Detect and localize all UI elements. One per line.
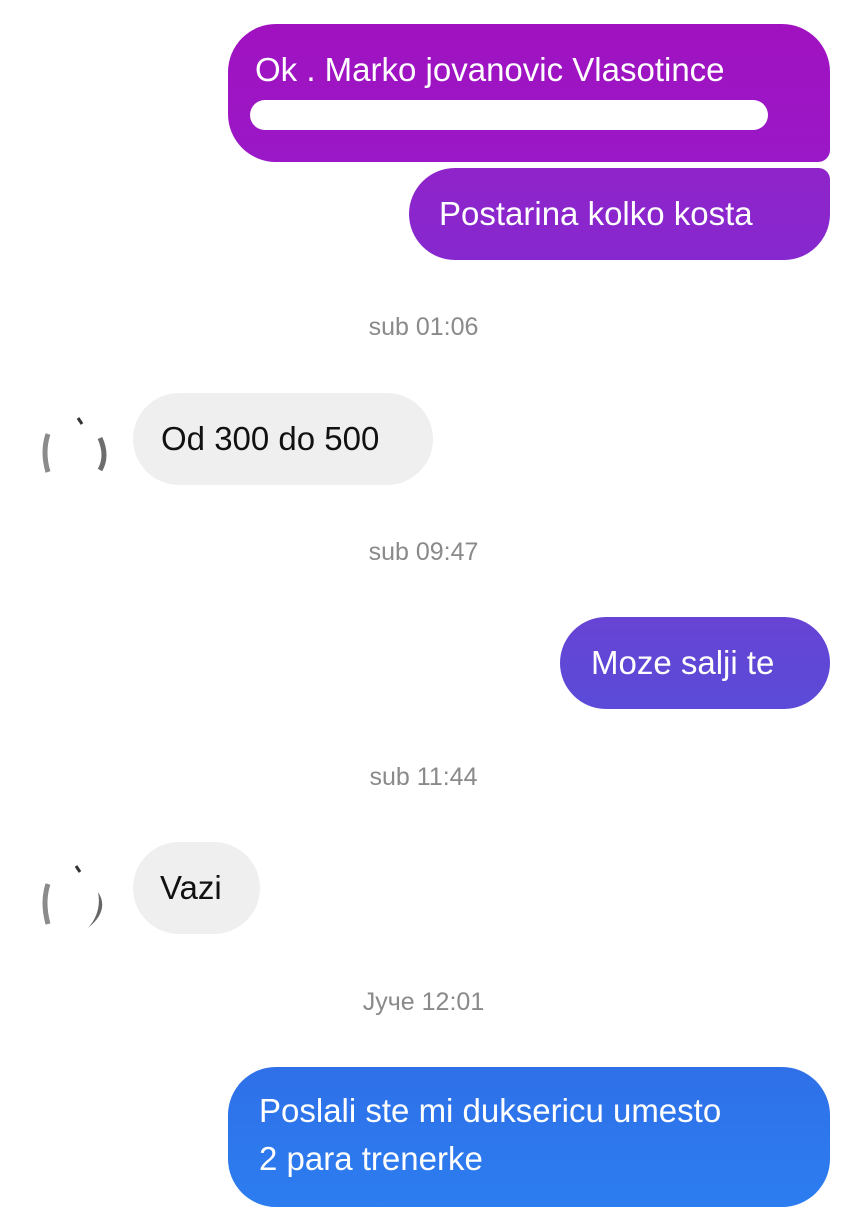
message-text: Od 300 do 500 [161, 420, 380, 457]
message-timestamp: sub 01:06 [368, 313, 479, 341]
chat-thread: Ok . Marko jovanovic Vlasotince Postarin… [0, 0, 847, 1207]
message-timestamp: sub 11:44 [369, 763, 478, 791]
outgoing-message[interactable]: Postarina kolko kosta [409, 168, 830, 260]
redaction-scribble [250, 100, 768, 130]
contact-avatar[interactable] [40, 862, 108, 930]
contact-avatar[interactable] [40, 412, 108, 480]
message-text-line: Poslali ste mi duksericu umesto [259, 1092, 722, 1129]
message-text: Ok . Marko jovanovic Vlasotince [255, 51, 725, 88]
message-timestamp: Јуче 12:01 [362, 988, 485, 1016]
outgoing-message[interactable]: Poslali ste mi duksericu umesto 2 para t… [228, 1067, 830, 1207]
outgoing-message[interactable]: Ok . Marko jovanovic Vlasotince [228, 24, 830, 162]
message-text: Postarina kolko kosta [439, 195, 753, 232]
outgoing-message[interactable]: Moze salji te [560, 617, 830, 709]
message-timestamp: sub 09:47 [368, 538, 479, 566]
message-text: Moze salji te [591, 644, 775, 681]
incoming-message[interactable]: Od 300 do 500 [133, 393, 433, 485]
message-text: Vazi [160, 869, 222, 906]
incoming-message[interactable]: Vazi [133, 842, 260, 934]
message-text-line: 2 para trenerke [259, 1140, 483, 1177]
